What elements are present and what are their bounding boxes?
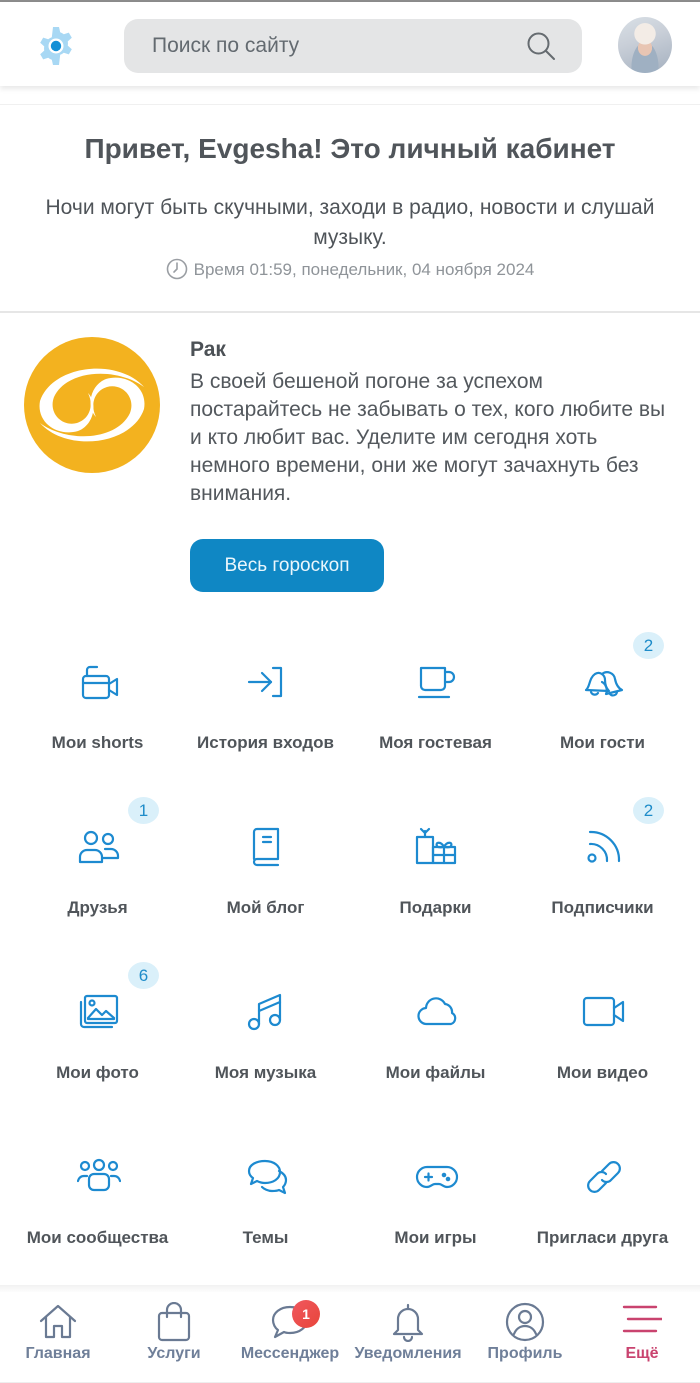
tile-guestbook[interactable]: Моя гостевая: [348, 625, 523, 775]
search-icon[interactable]: [526, 31, 556, 61]
tab-home[interactable]: Главная: [0, 1292, 116, 1380]
gamepad-icon: [415, 1165, 459, 1189]
gear-icon[interactable]: [34, 24, 78, 68]
shorts-camera-icon: [81, 665, 119, 700]
notification-badge: 1: [292, 1300, 320, 1328]
tile-my-files[interactable]: Мои файлы: [348, 955, 523, 1105]
music-note-icon: [247, 993, 282, 1031]
tab-label: Уведомления: [354, 1345, 462, 1362]
tab-label: Мессенджер: [240, 1345, 340, 1362]
tab-label: Услуги: [147, 1345, 201, 1362]
tile-label: Мои видео: [556, 1063, 649, 1082]
tile-label: Мои сообщества: [26, 1228, 169, 1247]
bells-icon: [584, 671, 624, 697]
header: Поиск по сайту: [0, 2, 700, 86]
tile-my-blog[interactable]: Мой блог: [178, 790, 353, 940]
search-placeholder: Поиск по сайту: [152, 34, 300, 57]
gift-icon: [415, 827, 457, 865]
tile-invite-friend[interactable]: Пригласи друга: [515, 1120, 690, 1270]
search-input[interactable]: Поиск по сайту: [124, 19, 582, 73]
tile-label: История входов: [197, 733, 334, 752]
bottom-tabbar: Главная Услуги 1 Мессенджер Уведомления …: [0, 1292, 700, 1383]
rss-icon: [587, 830, 621, 863]
tile-label: Мои гости: [560, 733, 645, 752]
tile-label: Подписчики: [551, 898, 654, 917]
tile-login-history[interactable]: История входов: [178, 625, 353, 775]
tile-label: Мои фото: [56, 1063, 139, 1082]
page-title: Привет, Evgesha! Это личный кабинет: [84, 133, 616, 164]
avatar[interactable]: [618, 17, 672, 73]
tile-label: Пригласи друга: [536, 1228, 669, 1247]
count-badge: 2: [633, 797, 664, 824]
count-badge: 6: [128, 962, 159, 989]
book-icon: [252, 827, 280, 867]
profile-icon: [505, 1302, 545, 1342]
shopping-bag-icon: [157, 1302, 191, 1342]
menu-icon: [622, 1305, 662, 1333]
tab-label: Профиль: [487, 1345, 563, 1362]
cloud-icon: [417, 997, 457, 1026]
tile-label: Мои shorts: [51, 733, 144, 752]
link-icon: [587, 1161, 621, 1193]
photos-icon: [79, 994, 119, 1029]
time-text: Время 01:59, понедельник, 04 ноября 2024: [193, 260, 535, 279]
zodiac-sign: Рак: [190, 338, 226, 361]
full-horoscope-button[interactable]: Весь гороскоп: [190, 539, 384, 592]
tile-my-communities[interactable]: Мои сообщества: [10, 1120, 185, 1270]
horoscope-text: В своей бешеной погоне за успехом постар…: [190, 370, 666, 505]
tile-label: Моя музыка: [214, 1063, 317, 1082]
tile-label: Мои игры: [394, 1228, 477, 1247]
tile-label: Мой блог: [226, 898, 305, 917]
tile-my-photos[interactable]: 6 Мои фото: [10, 955, 185, 1105]
chat-bubbles-icon: [247, 1159, 288, 1195]
community-icon: [77, 1158, 121, 1192]
tile-my-shorts[interactable]: Мои shorts: [10, 625, 185, 775]
tab-label: Ещё: [625, 1345, 659, 1362]
tile-topics[interactable]: Темы: [178, 1120, 353, 1270]
home-icon: [39, 1304, 77, 1339]
tile-label: Друзья: [67, 898, 128, 917]
tile-label: Мои файлы: [385, 1063, 486, 1082]
tile-my-games[interactable]: Мои игры: [348, 1120, 523, 1270]
tab-label: Главная: [25, 1345, 91, 1362]
tile-label: Темы: [242, 1228, 289, 1247]
tile-my-music[interactable]: Моя музыка: [178, 955, 353, 1105]
tile-label: Подарки: [399, 898, 472, 917]
tab-more[interactable]: Ещё: [584, 1292, 700, 1380]
tile-subscribers[interactable]: 2 Подписчики: [515, 790, 690, 940]
tile-gifts[interactable]: Подарки: [348, 790, 523, 940]
cup-icon: [417, 666, 456, 699]
tile-my-guests[interactable]: 2 Мои гости: [515, 625, 690, 775]
tab-profile[interactable]: Профиль: [467, 1292, 583, 1380]
welcome-subtitle: Ночи могут быть скучными, заходи в радио…: [45, 196, 655, 249]
tile-label: Моя гостевая: [379, 733, 492, 752]
clock-icon: [166, 258, 187, 280]
tile-my-videos[interactable]: Мои видео: [515, 955, 690, 1105]
friends-icon: [78, 830, 120, 864]
tile-friends[interactable]: 1 Друзья: [10, 790, 185, 940]
welcome-card: Привет, Evgesha! Это личный кабинет Ночи…: [0, 104, 700, 310]
bell-icon: [392, 1303, 424, 1342]
divider: [0, 311, 700, 313]
count-badge: 1: [128, 797, 159, 824]
tab-notifications[interactable]: Уведомления: [350, 1292, 466, 1380]
tab-services[interactable]: Услуги: [116, 1292, 232, 1380]
tab-messenger[interactable]: 1 Мессенджер: [232, 1292, 348, 1380]
current-time: Время 01:59, понедельник, 04 ноября 2024: [0, 258, 700, 280]
count-badge: 2: [633, 632, 664, 659]
video-camera-icon: [582, 996, 625, 1027]
cancer-zodiac-icon[interactable]: [22, 335, 162, 475]
login-icon: [247, 666, 283, 698]
